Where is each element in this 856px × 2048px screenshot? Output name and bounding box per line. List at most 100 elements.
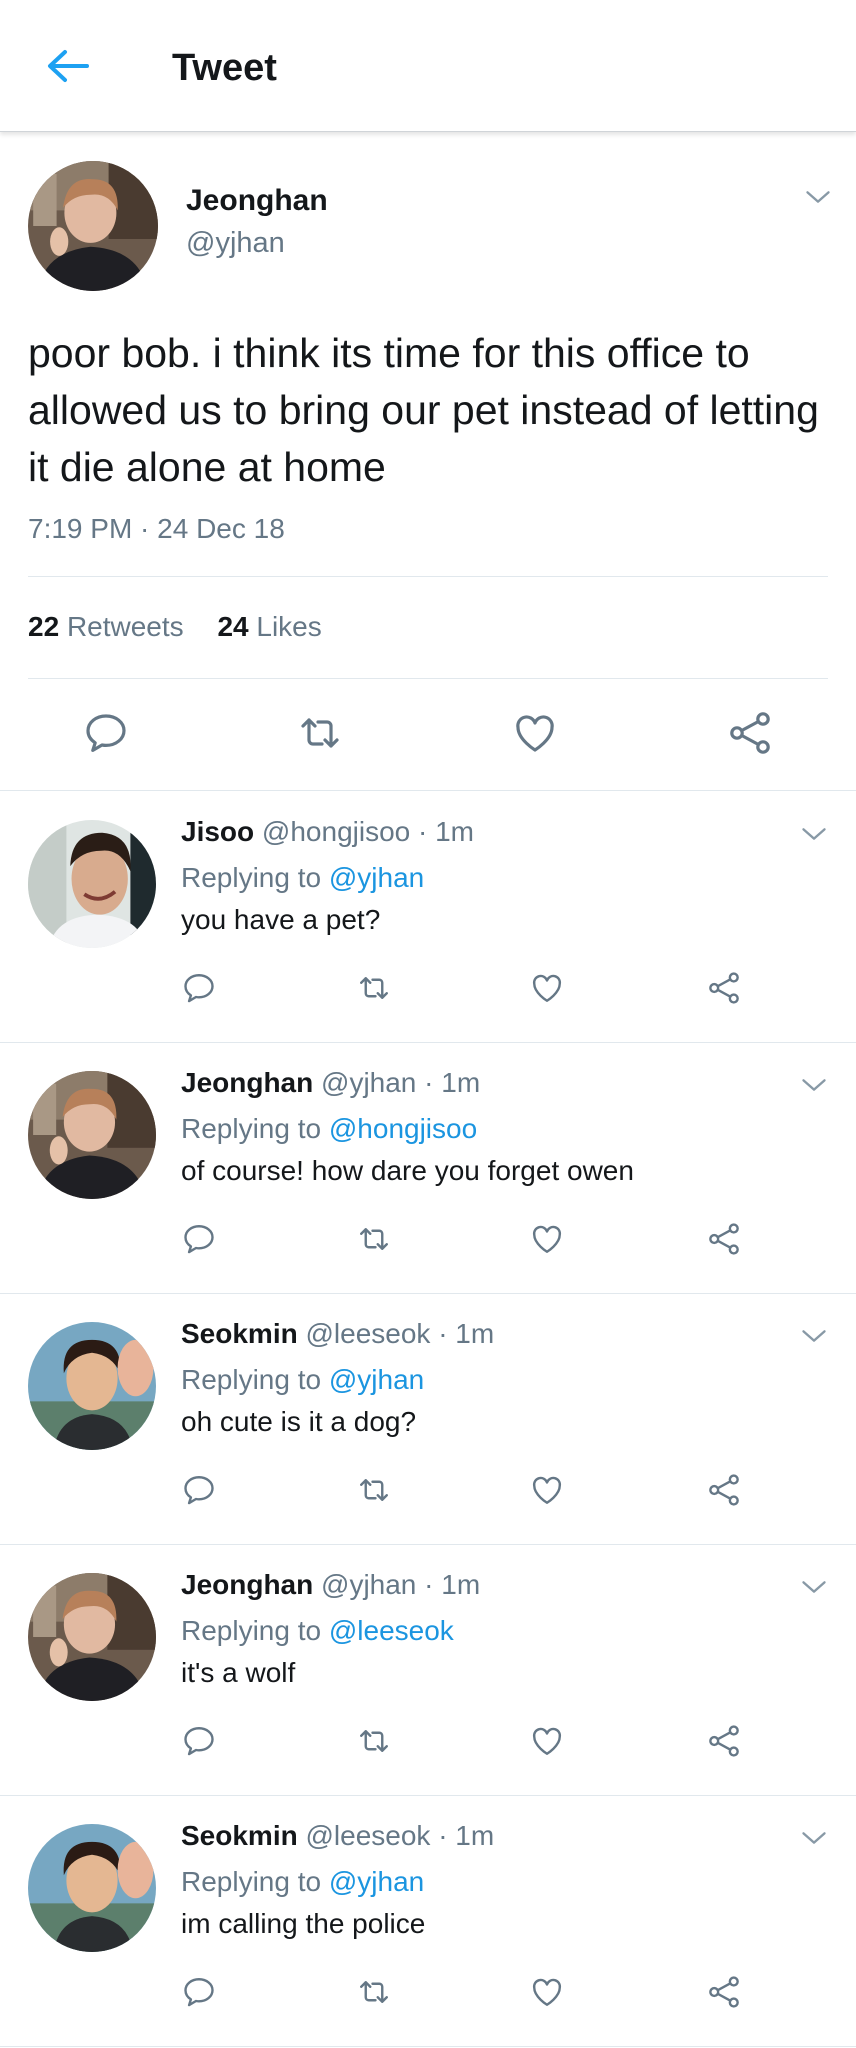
- reply-button[interactable]: [181, 970, 217, 1006]
- heart-icon: [529, 1221, 565, 1257]
- retweet-button[interactable]: [356, 1723, 392, 1759]
- retweet-icon: [356, 1723, 392, 1759]
- retweet-icon: [296, 709, 344, 757]
- replying-to-label: Replying to: [181, 1615, 329, 1646]
- like-button[interactable]: [529, 1472, 565, 1508]
- reply-tweet[interactable]: Jisoo @hongjisoo · 1m Replying to @yjhan…: [0, 792, 856, 1043]
- author-name[interactable]: Jeonghan: [181, 1067, 313, 1098]
- reply-button[interactable]: [82, 709, 130, 757]
- avatar[interactable]: [28, 1824, 156, 1952]
- heart-icon: [529, 1472, 565, 1508]
- avatar[interactable]: [28, 1573, 156, 1701]
- reply-actions: [0, 1974, 856, 2014]
- replying-to: Replying to @yjhan: [181, 1864, 424, 1900]
- back-button[interactable]: [40, 44, 94, 88]
- tweet-menu-button[interactable]: [800, 183, 836, 211]
- reply-text: of course! how dare you forget owen: [181, 1155, 634, 1186]
- reply-header: Seokmin @leeseok · 1m: [181, 1316, 494, 1352]
- replying-to: Replying to @yjhan: [181, 1362, 424, 1398]
- avatar[interactable]: [28, 1322, 156, 1450]
- tweet-timestamp[interactable]: 7:19 PM · 24 Dec 18: [28, 511, 285, 547]
- reply-tweet[interactable]: Jeonghan @yjhan · 1m Replying to @leeseo…: [0, 1545, 856, 1796]
- reply-button[interactable]: [181, 1472, 217, 1508]
- mention-link[interactable]: @yjhan: [329, 1866, 424, 1897]
- replying-to-label: Replying to: [181, 1113, 329, 1144]
- mention-link[interactable]: @leeseok: [329, 1615, 454, 1646]
- reply-icon: [181, 1723, 217, 1759]
- retweet-button[interactable]: [356, 970, 392, 1006]
- divider: [28, 678, 828, 679]
- likes-stat[interactable]: 24 Likes: [217, 609, 321, 645]
- author-name[interactable]: Jeonghan: [186, 183, 328, 219]
- retweet-button[interactable]: [356, 1221, 392, 1257]
- replying-to: Replying to @leeseok: [181, 1613, 454, 1649]
- share-button[interactable]: [726, 709, 774, 757]
- tweet-text: poor bob. i think its time for this offi…: [28, 330, 819, 490]
- reply-tweet[interactable]: Jeonghan @yjhan · 1m Replying to @hongji…: [0, 1043, 856, 1294]
- mention-link[interactable]: @yjhan: [329, 862, 424, 893]
- share-button[interactable]: [706, 1221, 742, 1257]
- tweet-menu-button[interactable]: [796, 1322, 832, 1350]
- avatar[interactable]: [28, 1071, 156, 1199]
- retweet-button[interactable]: [356, 1974, 392, 2010]
- share-icon: [706, 1221, 742, 1257]
- reply-text: it's a wolf: [181, 1657, 296, 1688]
- heart-icon: [529, 1974, 565, 2010]
- reply-icon: [181, 1472, 217, 1508]
- tweet-menu-button[interactable]: [796, 820, 832, 848]
- reply-icon: [181, 1974, 217, 2010]
- author-name[interactable]: Seokmin: [181, 1318, 298, 1349]
- replying-to-label: Replying to: [181, 1866, 329, 1897]
- like-button[interactable]: [529, 1221, 565, 1257]
- retweet-icon: [356, 970, 392, 1006]
- retweet-button[interactable]: [296, 709, 344, 757]
- author-name[interactable]: Seokmin: [181, 1820, 298, 1851]
- replying-to-label: Replying to: [181, 862, 329, 893]
- tweet-menu-button[interactable]: [796, 1071, 832, 1099]
- mention-link[interactable]: @hongjisoo: [329, 1113, 477, 1144]
- reply-button[interactable]: [181, 1221, 217, 1257]
- tweet-menu-button[interactable]: [796, 1824, 832, 1852]
- retweet-icon: [356, 1974, 392, 2010]
- like-button[interactable]: [529, 970, 565, 1006]
- main-tweet: Jeonghan @yjhan poor bob. i think its ti…: [0, 133, 856, 791]
- retweets-stat[interactable]: 22 Retweets: [28, 609, 184, 645]
- retweets-label: Retweets: [66, 611, 184, 642]
- reply-tweet[interactable]: Seokmin @leeseok · 1m Replying to @yjhan…: [0, 1796, 856, 2047]
- avatar[interactable]: [28, 161, 158, 291]
- reply-button[interactable]: [181, 1723, 217, 1759]
- chevron-down-icon: [804, 187, 832, 207]
- author-handle-time: @leeseok · 1m: [305, 1318, 495, 1349]
- reply-text: oh cute is it a dog?: [181, 1406, 417, 1437]
- reply-icon: [82, 709, 130, 757]
- chevron-down-icon: [800, 1577, 828, 1597]
- reply-button[interactable]: [181, 1974, 217, 2010]
- tweet-menu-button[interactable]: [796, 1573, 832, 1601]
- like-button[interactable]: [529, 1974, 565, 2010]
- heart-icon: [529, 970, 565, 1006]
- reply-header: Jeonghan @yjhan · 1m: [181, 1567, 480, 1603]
- avatar[interactable]: [28, 820, 156, 948]
- author-name[interactable]: Jeonghan: [181, 1569, 313, 1600]
- arrow-left-icon: [48, 50, 89, 82]
- likes-label: Likes: [256, 611, 322, 642]
- reply-icon: [181, 1221, 217, 1257]
- reply-header: Jisoo @hongjisoo · 1m: [181, 814, 474, 850]
- tweet-stats: 22 Retweets 24 Likes: [28, 609, 348, 645]
- heart-icon: [529, 1723, 565, 1759]
- author-name[interactable]: Jisoo: [181, 816, 254, 847]
- retweet-button[interactable]: [356, 1472, 392, 1508]
- share-button[interactable]: [706, 970, 742, 1006]
- reply-actions: [0, 1221, 856, 1261]
- page-title: Tweet: [172, 47, 277, 89]
- like-button[interactable]: [511, 709, 559, 757]
- like-button[interactable]: [529, 1723, 565, 1759]
- share-button[interactable]: [706, 1974, 742, 2010]
- top-app-bar: Tweet: [0, 0, 856, 132]
- share-button[interactable]: [706, 1723, 742, 1759]
- reply-tweet[interactable]: Seokmin @leeseok · 1m Replying to @yjhan…: [0, 1294, 856, 1545]
- author-handle[interactable]: @yjhan: [186, 225, 285, 261]
- reply-header: Seokmin @leeseok · 1m: [181, 1818, 494, 1854]
- mention-link[interactable]: @yjhan: [329, 1364, 424, 1395]
- share-button[interactable]: [706, 1472, 742, 1508]
